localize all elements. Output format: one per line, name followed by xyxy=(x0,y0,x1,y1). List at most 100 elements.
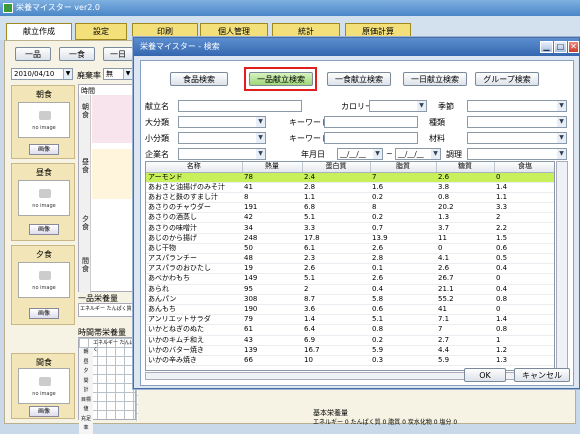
table-cell: 4.4 xyxy=(436,345,494,356)
date-range-tilde: ~ xyxy=(386,149,393,158)
table-cell: いかとねぎのぬた xyxy=(146,324,242,336)
table-cell: 0.2 xyxy=(370,212,436,224)
date-select[interactable]: 2010/04/10 ▼ xyxy=(11,68,73,80)
kisetsu-select[interactable]: ▼ xyxy=(467,100,567,112)
table-row[interactable]: いかとねぎのぬた 61 6.4 0.8 7 0.8 xyxy=(146,324,554,336)
table-cell: 190 xyxy=(242,304,302,316)
row-label: 昼 xyxy=(83,358,89,365)
row-label: 目標値 xyxy=(80,396,91,413)
column-header[interactable]: 熱量 xyxy=(242,162,303,173)
shobunrui-select[interactable]: ▼ xyxy=(178,132,266,144)
table-row[interactable]: アスパランチー 48 2.3 2.8 4.1 0.5 xyxy=(146,253,554,265)
tab-ichinichi-search[interactable]: 一日献立検索 xyxy=(403,72,467,86)
maximize-icon[interactable]: □ xyxy=(554,41,567,53)
haikikei-select[interactable]: 無 ▼ xyxy=(103,68,133,80)
tab-group-search[interactable]: グループ検索 xyxy=(475,72,539,86)
keyword2-input[interactable] xyxy=(324,132,418,144)
tab-kondate[interactable]: 献立作成 xyxy=(6,23,72,41)
table-row[interactable]: いかのキムチ和え 43 6.9 0.2 2.7 1 xyxy=(146,335,554,346)
ichinichi-button[interactable]: 一日 xyxy=(103,47,133,61)
tab-ippin-search[interactable]: 一品献立検索 xyxy=(249,72,313,86)
close-icon[interactable]: ✕ xyxy=(568,41,579,53)
column-header[interactable]: 名称 xyxy=(146,162,243,173)
table-cell: 1.1 xyxy=(302,192,370,204)
table-row[interactable]: あおさと麩のすまし汁 8 1.1 0.2 0.8 1.1 xyxy=(146,192,554,204)
vertical-scrollbar[interactable] xyxy=(556,161,568,371)
table-row[interactable]: いかの辛み焼き 66 10 0.3 5.9 1.3 xyxy=(146,355,554,367)
shobunrui-label: 小分類 xyxy=(145,134,169,143)
tab-isshoku-search[interactable]: 一食献立検索 xyxy=(327,72,391,86)
table-cell: 48 xyxy=(242,253,302,265)
column-header[interactable]: 糖質 xyxy=(436,162,495,173)
table-row[interactable]: あんもち 190 3.6 0.6 41 0 xyxy=(146,304,554,316)
date-value: 2010/04/10 xyxy=(14,70,55,78)
tab-label: 個人管理 xyxy=(218,27,250,36)
column-header[interactable]: 蛋白質 xyxy=(302,162,371,173)
daibunrui-select[interactable]: ▼ xyxy=(178,116,266,128)
table-row[interactable]: あさりの味噌汁 34 3.3 0.7 3.7 2.2 xyxy=(146,222,554,234)
results-table[interactable]: 名称 熱量 蛋白質 脂質 糖質 食塩 アーモンド 78 2.4 7 2.6 0 あおさと油揚… xyxy=(145,161,555,371)
kondate-name-input[interactable] xyxy=(178,100,302,112)
no-image-text: no image xyxy=(32,285,56,291)
table-cell: 139 xyxy=(242,345,302,356)
image-button[interactable]: 画像 xyxy=(29,406,59,417)
table-row[interactable]: あべかわもち 149 5.1 2.6 26.7 0 xyxy=(146,273,554,285)
column-header[interactable]: 食塩 xyxy=(494,162,554,173)
zairyo-select[interactable]: ▼ xyxy=(467,132,567,144)
table-row[interactable]: あさりのチャウダー 191 6.8 8 20.2 3.3 xyxy=(146,202,554,214)
isshoku-button[interactable]: 一食 xyxy=(59,47,95,61)
image-button[interactable]: 画像 xyxy=(29,308,59,319)
table-row[interactable]: アスパラのおひたし 19 2.6 0.1 2.6 0.4 xyxy=(146,263,554,275)
table-cell: 1 xyxy=(494,335,554,346)
table-row[interactable]: あられ 95 2 0.4 21.1 0.4 xyxy=(146,284,554,295)
cancel-button[interactable]: キャンセル xyxy=(514,368,570,382)
haikikei-value: 無 xyxy=(106,70,113,78)
table-cell: あおさと麩のすまし汁 xyxy=(146,192,242,204)
table-row[interactable]: アーモンド 78 2.4 7 2.6 0 xyxy=(146,172,554,183)
column-header[interactable]: 脂質 xyxy=(370,162,437,173)
chevron-down-icon: ▼ xyxy=(431,149,440,159)
table-cell: いかの辛み焼き xyxy=(146,355,242,367)
kigyo-select[interactable]: ▼ xyxy=(178,148,266,160)
table-cell: 50 xyxy=(242,243,302,255)
table-row[interactable]: あさりの酒蒸し 42 5.1 0.2 1.3 2 xyxy=(146,212,554,224)
image-button[interactable]: 画像 xyxy=(29,224,59,235)
tab-food-search[interactable]: 食品検索 xyxy=(170,72,228,86)
table-cell: 21.1 xyxy=(436,284,494,295)
kondate-name-label: 献立名 xyxy=(145,102,169,111)
table-cell: 2.8 xyxy=(370,253,436,265)
minimize-icon[interactable]: ▁ xyxy=(540,41,553,53)
table-cell: 41 xyxy=(242,182,302,193)
table-row[interactable]: いかのバター焼き 139 16.7 5.9 4.4 1.2 xyxy=(146,345,554,356)
ippin-button[interactable]: 一品 xyxy=(15,47,51,61)
ok-button[interactable]: OK xyxy=(464,368,506,382)
image-button[interactable]: 画像 xyxy=(29,144,59,155)
chouri-select[interactable]: ▼ xyxy=(467,148,567,160)
table-cell: 5.1 xyxy=(302,212,370,224)
tab-settei[interactable]: 設定 xyxy=(75,23,127,40)
table-cell: 5.9 xyxy=(436,355,494,367)
table-cell: 0.4 xyxy=(370,284,436,295)
table-cell: 2.2 xyxy=(494,222,554,234)
kihon-nutrition-values: エネルギー 0 たんぱく質 0 脂質 0 炭水化物 0 塩分 0 xyxy=(313,419,458,426)
table-cell: 1.1 xyxy=(494,192,554,204)
chevron-down-icon: ▼ xyxy=(256,133,265,143)
date-from-select[interactable]: __/__/__ ▼ xyxy=(337,148,383,160)
table-row[interactable]: あじ干物 50 6.1 2.6 0 0.6 xyxy=(146,243,554,255)
calorie-select[interactable]: ▼ xyxy=(369,100,427,112)
table-cell: 95 xyxy=(242,284,302,295)
shurui-select[interactable]: ▼ xyxy=(467,116,567,128)
table-row[interactable]: あんパン 308 8.7 5.8 55.2 0.8 xyxy=(146,294,554,305)
keyword1-input[interactable] xyxy=(324,116,418,128)
table-row[interactable]: あじのから揚げ 248 17.8 13.9 11 1.5 xyxy=(146,233,554,244)
schedule-grid: 時間 朝 食 昼 食 夕 食 間 食 xyxy=(78,84,136,293)
table-cell: 6.8 xyxy=(302,202,370,214)
table-cell: 1.4 xyxy=(494,314,554,326)
table-cell: 191 xyxy=(242,202,302,214)
table-row[interactable]: あおさと油揚げのみそ汁 41 2.8 1.6 3.8 1.4 xyxy=(146,182,554,193)
chevron-down-icon: ▼ xyxy=(557,117,566,127)
table-row[interactable]: アンリエットサラダ 79 1.4 5.1 7.1 1.4 xyxy=(146,314,554,326)
date-to-select[interactable]: __/__/__ ▼ xyxy=(395,148,441,160)
table-cell: アスパラのおひたし xyxy=(146,263,242,275)
app-title-bar: 栄養マイスター ver2.0 xyxy=(0,0,580,16)
